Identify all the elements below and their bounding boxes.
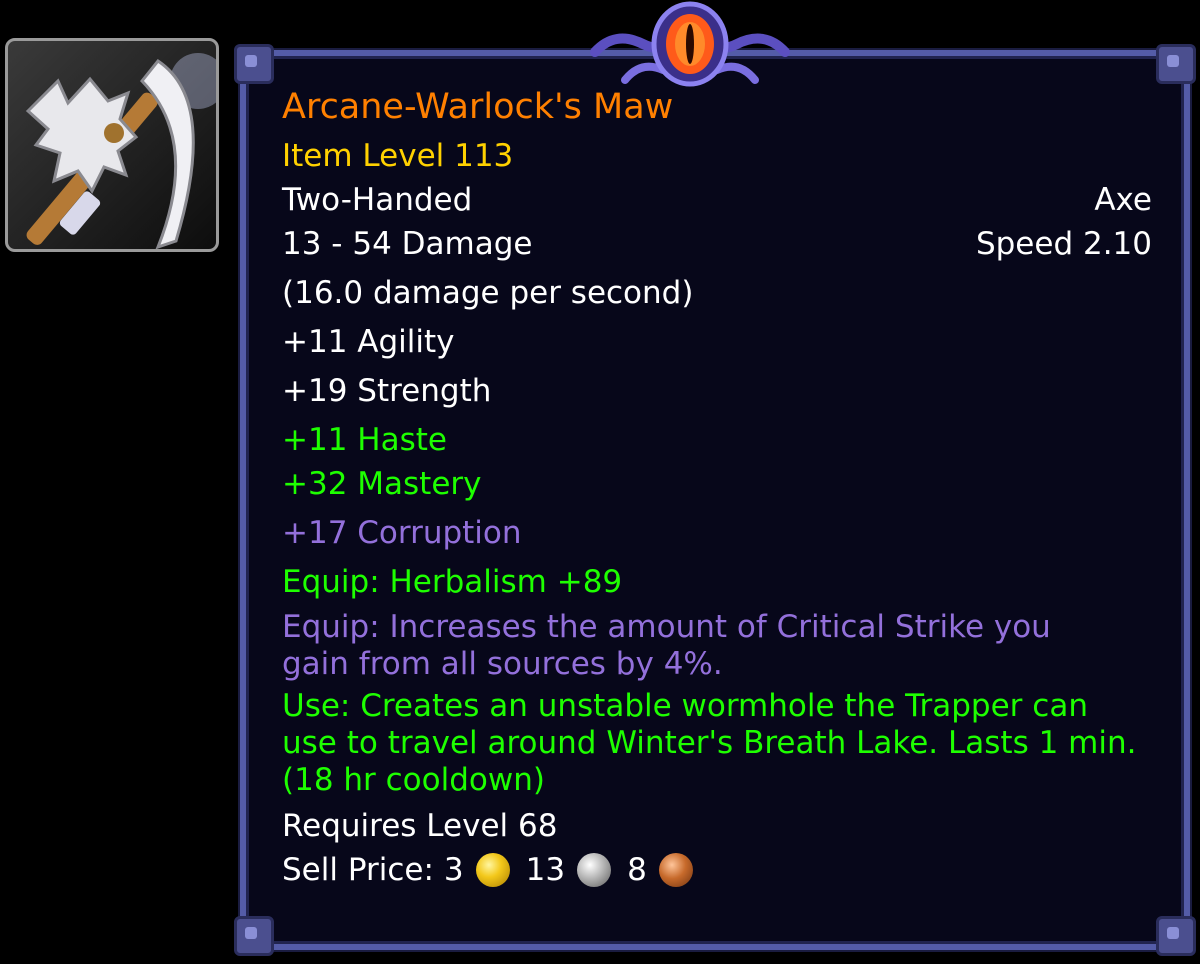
equip-profession: Equip: Herbalism +89 <box>282 564 623 600</box>
damage-speed-row: 13 - 54 Damage Speed 2.10 <box>282 222 1152 266</box>
use-effect: Use: Creates an unstable wormhole the Tr… <box>282 688 1137 798</box>
item-speed: Speed 2.10 <box>975 226 1152 262</box>
copper-amount: 8 <box>627 852 647 888</box>
tooltip-content: Arcane-Warlock's Maw Item Level 113 Two-… <box>282 80 1152 892</box>
corner-ornament <box>234 916 274 956</box>
sell-price: Sell Price: 3 13 8 <box>282 848 1152 892</box>
item-name: Arcane-Warlock's Maw <box>282 87 674 127</box>
corner-ornament <box>1156 916 1196 956</box>
corner-ornament <box>234 44 274 84</box>
required-level: Requires Level 68 <box>282 808 558 844</box>
gold-coin-icon <box>475 853 510 887</box>
stat-strength: +19 Strength <box>282 373 492 409</box>
stat-mastery: +32 Mastery <box>282 466 482 502</box>
stat-corruption: +17 Corruption <box>282 515 522 551</box>
gold-amount: 3 <box>443 852 464 888</box>
stat-haste: +11 Haste <box>282 422 447 458</box>
two-handed-axe-icon <box>25 53 216 249</box>
item-dps: (16.0 damage per second) <box>282 275 694 311</box>
item-slot: Two-Handed <box>282 182 473 218</box>
corner-ornament <box>1156 44 1196 84</box>
equip-corruption-effect: Equip: Increases the amount of Critical … <box>282 609 1051 682</box>
copper-coin-icon <box>658 853 693 887</box>
item-icon-frame[interactable] <box>5 38 219 252</box>
stat-agility: +11 Agility <box>282 324 455 360</box>
item-type: Axe <box>1094 182 1152 218</box>
item-level: Item Level 113 <box>282 138 514 174</box>
item-damage: 13 - 54 Damage <box>282 226 533 262</box>
silver-coin-icon <box>577 853 612 887</box>
sell-price-label: Sell Price: <box>282 852 434 888</box>
slot-type-row: Two-Handed Axe <box>282 178 1152 222</box>
silver-amount: 13 <box>525 852 566 888</box>
